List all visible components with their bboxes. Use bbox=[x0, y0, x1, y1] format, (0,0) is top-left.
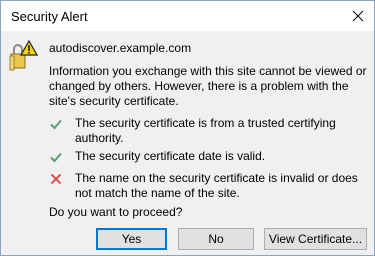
red-x-icon bbox=[50, 173, 62, 185]
check-item-date-valid: The security certificate date is valid. bbox=[49, 149, 374, 165]
checkmark-icon bbox=[50, 119, 62, 130]
checkmark-icon bbox=[50, 152, 62, 163]
window-title: Security Alert bbox=[11, 9, 88, 24]
yes-button[interactable]: Yes bbox=[96, 228, 167, 250]
warning-lock-icon bbox=[9, 39, 38, 71]
site-host: autodiscover.example.com bbox=[49, 41, 192, 55]
check-text: The name on the security certificate is … bbox=[75, 171, 358, 200]
check-text: The security certificate date is valid. bbox=[75, 149, 266, 163]
close-icon bbox=[352, 10, 364, 22]
check-text: The security certificate is from a trust… bbox=[75, 116, 336, 145]
check-item-name-invalid: The name on the security certificate is … bbox=[49, 171, 374, 203]
no-button[interactable]: No bbox=[178, 228, 254, 250]
title-bar: Security Alert bbox=[1, 1, 374, 31]
check-item-trusted-authority: The security certificate is from a trust… bbox=[49, 116, 374, 148]
view-certificate-button[interactable]: View Certificate... bbox=[264, 228, 367, 250]
info-message: Information you exchange with this site … bbox=[49, 64, 367, 108]
close-button[interactable] bbox=[348, 6, 368, 26]
proceed-question: Do you want to proceed? bbox=[49, 205, 183, 219]
security-alert-dialog: Security Alert autodiscover.example.com … bbox=[0, 0, 375, 256]
